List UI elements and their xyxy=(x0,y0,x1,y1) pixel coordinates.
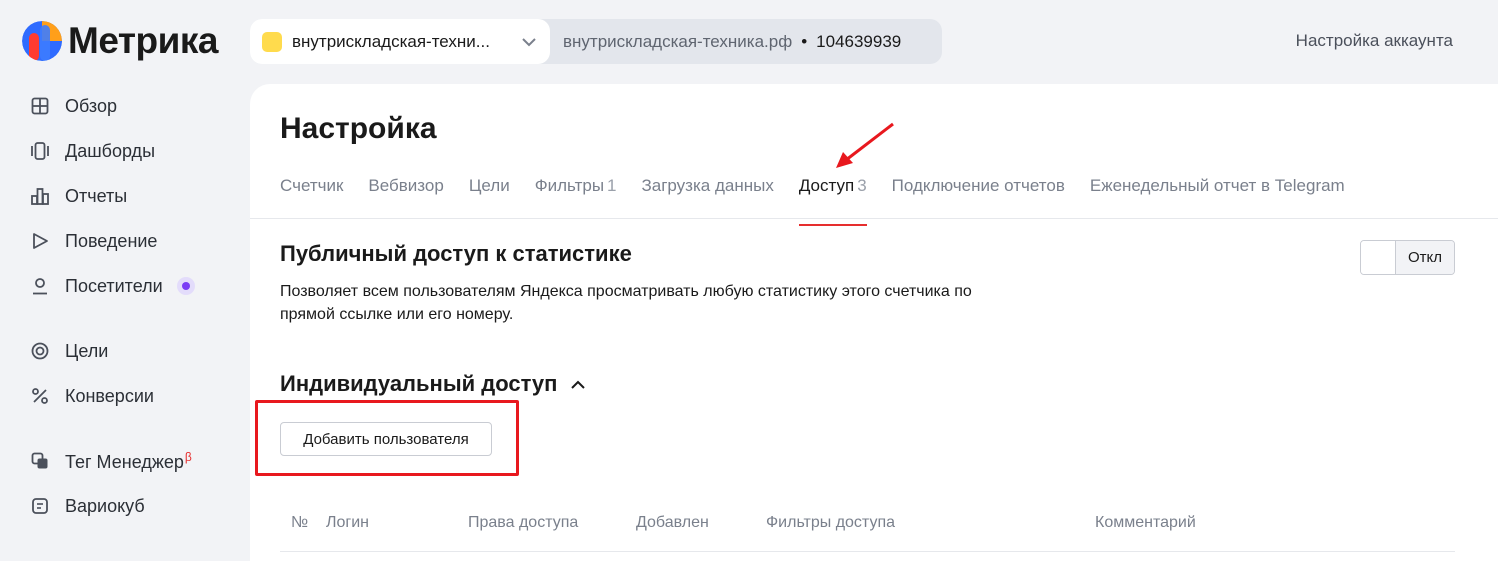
metrika-logo[interactable]: Метрика xyxy=(22,20,218,62)
sidebar-item-label: Конверсии xyxy=(65,385,154,406)
column-header: Логин xyxy=(326,514,370,531)
beta-badge: β xyxy=(184,449,192,464)
sidebar-item-label: Тег Менеджерβ xyxy=(65,449,192,472)
reports-icon xyxy=(30,186,50,206)
sidebar-item-label: Цели xyxy=(65,340,109,361)
dashboards-icon xyxy=(30,141,50,161)
counter-color-icon xyxy=(262,31,282,52)
tab-counter[interactable]: Счетчик xyxy=(280,176,343,218)
tabs-divider xyxy=(250,218,1498,219)
chevron-up-icon xyxy=(570,380,585,389)
page-title: Настройка xyxy=(280,112,437,145)
sidebar-item-reports[interactable]: Отчеты xyxy=(30,184,127,208)
column-header: Добавлен xyxy=(636,514,709,531)
counter-separator: • xyxy=(801,31,808,51)
counter-select[interactable]: внутрискладская-техни... xyxy=(250,19,550,64)
variocube-icon xyxy=(30,496,50,516)
add-user-button[interactable]: Добавить пользователя xyxy=(280,422,492,456)
counter-select-name: внутрискладская-техни... xyxy=(292,31,490,51)
column-header: Фильтры доступа xyxy=(766,514,895,531)
sidebar-item-overview[interactable]: Обзор xyxy=(30,94,117,118)
public-access-toggle[interactable]: Откл xyxy=(1360,240,1455,275)
toggle-state: Откл xyxy=(1396,241,1454,274)
public-access-description: Позволяет всем пользователям Яндекса про… xyxy=(280,283,972,323)
new-badge-icon xyxy=(176,277,195,295)
metrika-logo-icon xyxy=(22,21,62,61)
sidebar-item-goals[interactable]: Цели xyxy=(30,339,108,363)
tag-manager-icon xyxy=(30,451,50,471)
counter-id: 104639939 xyxy=(816,31,902,51)
column-header: № xyxy=(291,514,309,531)
tab-report-connection[interactable]: Подключение отчетов xyxy=(892,176,1065,218)
tab-goals[interactable]: Цели xyxy=(469,176,510,218)
sidebar-item-label: Дашборды xyxy=(65,140,155,161)
column-header: Комментарий xyxy=(1095,514,1196,531)
sidebar-item-label: Обзор xyxy=(65,95,117,116)
target-icon xyxy=(30,341,50,361)
tab-access[interactable]: Доступ 3 xyxy=(798,176,867,226)
grid-icon xyxy=(30,96,50,116)
individual-access-header[interactable]: Индивидуальный доступ xyxy=(280,371,586,397)
sidebar-item-behavior[interactable]: Поведение xyxy=(30,229,157,253)
column-header: Права доступа xyxy=(468,514,579,531)
counter-info: внутрискладская-техника.рф • 104639939 xyxy=(550,32,901,52)
sidebar-item-label: Вариокуб xyxy=(65,495,145,516)
counter-domain: внутрискладская-техника.рф xyxy=(563,31,793,51)
chevron-down-icon xyxy=(522,37,536,46)
play-icon xyxy=(30,231,50,251)
percent-icon xyxy=(30,386,50,406)
tab-webvisor[interactable]: Вебвизор xyxy=(368,176,443,218)
tab-data-upload[interactable]: Загрузка данных xyxy=(642,176,774,218)
sidebar-item-visitors[interactable]: Посетители xyxy=(30,274,195,298)
tab-count: 3 xyxy=(857,176,867,195)
user-icon xyxy=(30,276,50,296)
sidebar-item-conversions[interactable]: Конверсии xyxy=(30,384,154,408)
sidebar-item-tag-manager[interactable]: Тег Менеджерβ xyxy=(30,449,192,473)
logo-text: Метрика xyxy=(68,20,218,61)
counter-bar: внутрискладская-техни... внутрискладская… xyxy=(250,19,942,64)
sidebar-item-dashboards[interactable]: Дашборды xyxy=(30,139,155,163)
main-panel: Настройка Счетчик Вебвизор Цели Фильтры 1… xyxy=(250,84,1498,561)
sidebar-item-variocube[interactable]: Вариокуб xyxy=(30,494,145,518)
sidebar-item-label: Отчеты xyxy=(65,185,128,206)
tab-telegram-report[interactable]: Еженедельный отчет в Telegram xyxy=(1090,176,1345,218)
tab-filters[interactable]: Фильтры 1 xyxy=(535,176,617,218)
individual-access-title: Индивидуальный доступ xyxy=(280,371,558,396)
account-settings-link[interactable]: Настройка аккаунта xyxy=(1296,31,1453,51)
toggle-knob xyxy=(1361,241,1396,274)
sidebar-item-label: Поведение xyxy=(65,230,158,251)
users-table-header: № Логин Права доступа Добавлен Фильтры д… xyxy=(280,514,1455,552)
tab-count: 1 xyxy=(607,176,617,195)
sidebar-item-label: Посетители xyxy=(65,275,163,296)
public-access-title: Публичный доступ к статистике xyxy=(280,241,632,266)
settings-tabs: Счетчик Вебвизор Цели Фильтры 1 Загрузка … xyxy=(280,176,1370,226)
